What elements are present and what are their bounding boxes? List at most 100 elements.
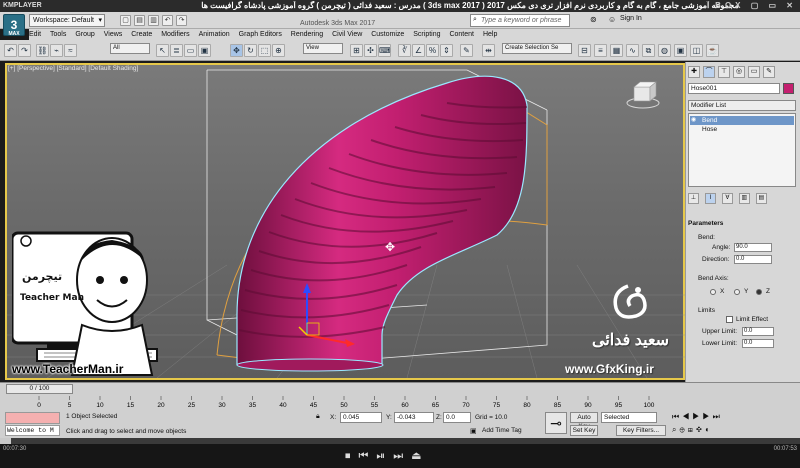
align-icon[interactable]: ⊟ xyxy=(578,44,591,57)
key-set-dropdown[interactable]: Selected xyxy=(601,412,657,423)
modify-tab-icon[interactable]: ⌒ xyxy=(703,66,715,78)
max-logo-icon[interactable]: 3 MAX xyxy=(3,14,25,37)
make-unique-icon[interactable]: ∀ xyxy=(721,193,733,204)
redo-quick-icon[interactable]: ↷ xyxy=(176,15,187,26)
maxscript-welcome[interactable]: Welcome to M xyxy=(5,425,60,436)
search-input[interactable]: Type a keyword or phrase xyxy=(470,14,570,27)
menu-item[interactable]: Civil View xyxy=(332,29,369,40)
lower-limit-spinner[interactable]: 0.0 xyxy=(742,339,774,348)
percent-snap-icon[interactable]: % xyxy=(426,44,439,57)
object-color-swatch[interactable] xyxy=(783,83,794,94)
menu-item[interactable]: Edit xyxy=(29,29,48,40)
reference-coordinate-dropdown[interactable]: View xyxy=(303,43,343,54)
mirror-icon[interactable]: ⇹ xyxy=(482,44,495,57)
selection-filter-dropdown[interactable]: All xyxy=(110,43,150,54)
move-tool-icon[interactable]: ✥ xyxy=(230,44,243,57)
auto-key-button[interactable]: Auto Key xyxy=(570,412,598,430)
player-window-controls[interactable]: BOX ▢ ▭ ✕ xyxy=(715,1,797,10)
save-file-icon[interactable]: ▥ xyxy=(148,15,159,26)
select-manipulate-icon[interactable]: ✣ xyxy=(364,44,377,57)
add-time-tag-button[interactable]: Add Time Tag xyxy=(482,427,522,434)
x-coordinate-field[interactable]: 0.045 xyxy=(340,412,382,423)
angle-spinner[interactable]: 90.0 xyxy=(734,243,772,252)
menu-item[interactable]: Rendering xyxy=(291,29,330,40)
hierarchy-tab-icon[interactable]: ⊤ xyxy=(718,66,730,78)
direction-spinner[interactable]: 0.0 xyxy=(734,255,772,264)
player-transport-icons[interactable]: ⏹⏮⏯⏭⏏ xyxy=(345,449,430,463)
render-setup-icon[interactable]: ▣ xyxy=(674,44,687,57)
new-file-icon[interactable]: ▢ xyxy=(120,15,131,26)
material-editor-icon[interactable]: ◍ xyxy=(658,44,671,57)
workspace-dropdown[interactable]: Workspace: Default xyxy=(29,14,105,27)
menu-item[interactable]: Help xyxy=(483,29,504,40)
axis-x-radio[interactable] xyxy=(710,289,716,295)
object-name-field[interactable]: Hose001 xyxy=(688,83,780,94)
create-tab-icon[interactable]: ✚ xyxy=(688,66,700,78)
menu-item[interactable]: Scripting xyxy=(413,29,447,40)
named-selection-set-dropdown[interactable]: Create Selection Se xyxy=(502,43,572,54)
layer-manager-icon[interactable]: ≡ xyxy=(594,44,607,57)
time-slider[interactable]: 0 / 100 xyxy=(6,384,73,394)
undo-icon[interactable]: ↶ xyxy=(4,44,17,57)
select-link-icon[interactable]: ⛓ xyxy=(36,44,49,57)
player-seekbar[interactable] xyxy=(0,438,800,444)
lock-icon[interactable]: 🔒︎ xyxy=(316,413,320,421)
spinner-snap-icon[interactable]: ⇕ xyxy=(440,44,453,57)
viewport-nav-icons[interactable]: ⌕⊕⊞✥◐ xyxy=(672,425,713,435)
menu-item[interactable]: Graph Editors xyxy=(239,29,289,40)
snaps-toggle-icon[interactable]: ∛ xyxy=(398,44,411,57)
menu-item[interactable]: Create xyxy=(131,29,159,40)
menu-item[interactable]: Tools xyxy=(50,29,73,40)
scene-explorer-icon[interactable]: ▦ xyxy=(610,44,623,57)
menu-item[interactable]: Customize xyxy=(371,29,411,40)
maxscript-listener[interactable] xyxy=(5,412,60,424)
angle-snap-icon[interactable]: ∠ xyxy=(412,44,425,57)
binoculars-icon[interactable]: ⊚ xyxy=(590,15,597,24)
utilities-tab-icon[interactable]: ✎ xyxy=(763,66,775,78)
select-by-name-icon[interactable]: ≣ xyxy=(170,44,183,57)
open-file-icon[interactable]: ▤ xyxy=(134,15,145,26)
remove-modifier-icon[interactable]: ▥ xyxy=(738,193,750,204)
pivot-center-icon[interactable]: ⊞ xyxy=(350,44,363,57)
set-key-button[interactable]: Set Key xyxy=(570,425,598,436)
menu-item[interactable]: Modifiers xyxy=(161,29,196,40)
menu-item[interactable]: Animation xyxy=(199,29,237,40)
modifier-stack[interactable]: Bend Hose xyxy=(688,113,796,187)
upper-limit-spinner[interactable]: 0.0 xyxy=(742,327,774,336)
eye-icon[interactable]: ◉ xyxy=(691,116,696,123)
undo-quick-icon[interactable]: ↶ xyxy=(162,15,173,26)
pin-stack-icon[interactable]: ⊥ xyxy=(688,193,699,204)
y-coordinate-field[interactable]: -0.043 xyxy=(394,412,434,423)
viewcube-icon[interactable] xyxy=(626,81,660,109)
window-crossing-icon[interactable]: ▣ xyxy=(198,44,211,57)
rotate-tool-icon[interactable]: ↻ xyxy=(244,44,257,57)
curve-editor-icon[interactable]: ∿ xyxy=(626,44,639,57)
key-filters-button[interactable]: Key Filters... xyxy=(616,425,666,436)
configure-sets-icon[interactable]: ▤ xyxy=(755,193,767,204)
axis-y-radio[interactable] xyxy=(734,289,740,295)
bind-space-warp-icon[interactable]: ≈ xyxy=(64,44,77,57)
motion-tab-icon[interactable]: ◎ xyxy=(733,66,745,78)
edit-named-selection-icon[interactable]: ✎ xyxy=(460,44,473,57)
z-coordinate-field[interactable]: 0.0 xyxy=(443,412,471,423)
set-key-big-icon[interactable]: ⊸ xyxy=(545,412,567,434)
menu-item[interactable]: Views xyxy=(104,29,130,40)
keyboard-shortcut-icon[interactable]: ⌨ xyxy=(378,44,391,57)
menu-item[interactable]: Group xyxy=(75,29,101,40)
render-icon[interactable]: ☕ xyxy=(706,44,719,57)
stack-item-hose[interactable]: Hose xyxy=(690,126,717,133)
rendered-frame-icon[interactable]: ◫ xyxy=(690,44,703,57)
scale-tool-icon[interactable]: ⬚ xyxy=(258,44,271,57)
unlink-icon[interactable]: ⌁ xyxy=(50,44,63,57)
select-object-icon[interactable]: ↖ xyxy=(156,44,169,57)
display-tab-icon[interactable]: ▭ xyxy=(748,66,760,78)
menu-item[interactable]: Content xyxy=(449,29,481,40)
show-end-result-icon[interactable]: I xyxy=(704,193,716,204)
playback-controls-icon[interactable]: ⏮◀▶▶⏭ xyxy=(672,412,723,422)
viewport-label[interactable]: [+] [Perspective] [Standard] [Default Sh… xyxy=(8,65,138,72)
track-bar[interactable]: 0 5 10 15 20 25 30 35 40 45 50 55 60 65 70 75 80 85 90 95 10… xyxy=(35,396,660,409)
axis-z-radio[interactable] xyxy=(756,289,762,295)
selection-region-icon[interactable]: ▭ xyxy=(184,44,197,57)
hose-object[interactable] xyxy=(236,75,528,372)
params-title[interactable]: Parameters xyxy=(688,220,723,227)
